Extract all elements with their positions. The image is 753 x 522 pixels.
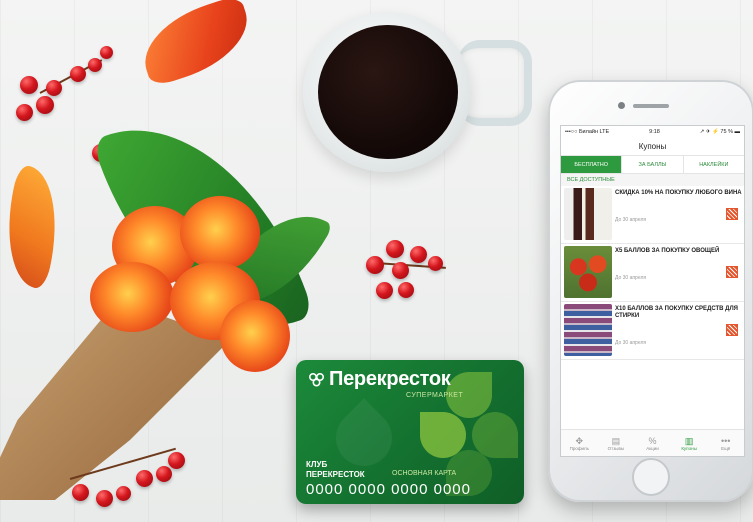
nav-profile[interactable]: ✥ Профиль (561, 430, 598, 456)
coffee (318, 25, 458, 159)
flower-bloom (90, 262, 174, 332)
vegetables-thumbnail (564, 246, 612, 298)
card-number: 0000 0000 0000 0000 (306, 481, 471, 498)
coupon-date: До 30 апреля (615, 217, 647, 223)
currant-berry (386, 240, 404, 258)
coupon-title: x10 баллов за покупку средств для стирки (615, 306, 738, 319)
page-title: Купоны (638, 141, 667, 151)
qr-code-icon[interactable] (726, 266, 738, 278)
nav-promotions[interactable]: % Акции (634, 430, 671, 456)
coupon-item[interactable]: x5 баллов за покупку овощей До 30 апреля (561, 244, 744, 302)
nav-bar: Купоны (561, 137, 744, 156)
currant-berry (16, 104, 33, 121)
currant-berry (20, 76, 38, 94)
percent-icon: % (648, 435, 657, 446)
currant-berry (70, 66, 86, 82)
currant-berry (72, 484, 89, 501)
barcode-icon: ▥ (684, 435, 694, 446)
coupon-item[interactable]: Скидка 10% на покупку любого вина До 30 … (561, 186, 744, 244)
speaker (633, 104, 669, 108)
card-type: ОСНОВНАЯ КАРТА (392, 470, 457, 477)
tab-stickers[interactable]: Наклейки (684, 156, 744, 173)
coupon-title: x5 баллов за покупку овощей (615, 248, 720, 254)
currant-berry (168, 452, 185, 469)
card-brand: Перекресток (329, 368, 451, 390)
laundry-thumbnail (564, 304, 612, 356)
nav-label: Профиль (569, 445, 590, 451)
currant-berry (88, 58, 102, 72)
currant-berry (116, 486, 131, 501)
tab-free[interactable]: Бесплатно (561, 156, 623, 173)
coupon-item[interactable]: x10 баллов за покупку средств для стирки… (561, 302, 744, 360)
clock-text: 9:18 (649, 128, 660, 135)
currant-berry (100, 46, 113, 59)
currant-berry (36, 96, 54, 114)
nav-more[interactable]: ••• Ещё (707, 430, 744, 456)
card-club-line: ПЕРЕКРЕСТОК (306, 470, 365, 479)
nav-label: Купоны (681, 445, 697, 451)
front-camera (618, 102, 625, 109)
more-icon: ••• (720, 435, 731, 446)
qr-code-icon[interactable] (726, 324, 738, 336)
qr-code-icon[interactable] (726, 208, 738, 220)
status-bar: •••○○ Билайн LTE 9:18 ↗ ✈ ⚡ 75 % ▬ (561, 126, 744, 137)
coupon-date: До 30 апреля (615, 275, 647, 281)
nav-label: Акции (646, 445, 659, 451)
card-club-label: КЛУБ ПЕРЕКРЕСТОК (306, 460, 365, 480)
card-club-line: КЛУБ (306, 460, 328, 469)
currant-berry (376, 282, 393, 299)
flower-bloom (220, 300, 290, 372)
coupon-tabs: Бесплатно За баллы Наклейки (561, 156, 744, 174)
clover-logo-icon (309, 372, 324, 387)
section-header: Все доступные (561, 174, 744, 186)
profile-icon: ✥ (575, 435, 584, 446)
flower-bloom (180, 196, 260, 270)
coupon-title: Скидка 10% на покупку любого вина (615, 190, 742, 196)
currant-berry (392, 262, 409, 279)
loyalty-card: Перекресток СУПЕРМАРКЕТ КЛУБ ПЕРЕКРЕСТОК… (296, 360, 524, 504)
app-screen: •••○○ Билайн LTE 9:18 ↗ ✈ ⚡ 75 % ▬ Купон… (560, 125, 745, 457)
nav-reviews[interactable]: ▤ Отзывы (598, 430, 635, 456)
home-button[interactable] (632, 458, 670, 496)
bottom-navigation: ✥ Профиль ▤ Отзывы % Акции ▥ Купоны ••• … (561, 429, 744, 456)
nav-label: Отзывы (607, 445, 625, 451)
reviews-icon: ▤ (611, 435, 621, 446)
card-subtitle: СУПЕРМАРКЕТ (406, 392, 464, 399)
tab-for-points[interactable]: За баллы (622, 156, 684, 173)
currant-berry (398, 282, 414, 298)
nav-coupons[interactable]: ▥ Купоны (671, 430, 708, 456)
wine-thumbnail (564, 188, 612, 240)
coupon-date: До 30 апреля (615, 340, 647, 346)
nav-label: Ещё (721, 445, 731, 451)
currant-berry (46, 80, 62, 96)
currant-berry (366, 256, 384, 274)
clover-leaf (472, 412, 518, 458)
battery-text: ↗ ✈ ⚡ 75 % ▬ (699, 128, 740, 135)
currant-berry (428, 256, 443, 271)
currant-berry (136, 470, 153, 487)
currant-berry (96, 490, 113, 507)
currant-berry (156, 466, 172, 482)
carrier-text: •••○○ Билайн LTE (565, 128, 610, 135)
currant-berry (410, 246, 427, 263)
card-logo: Перекресток (308, 368, 451, 391)
